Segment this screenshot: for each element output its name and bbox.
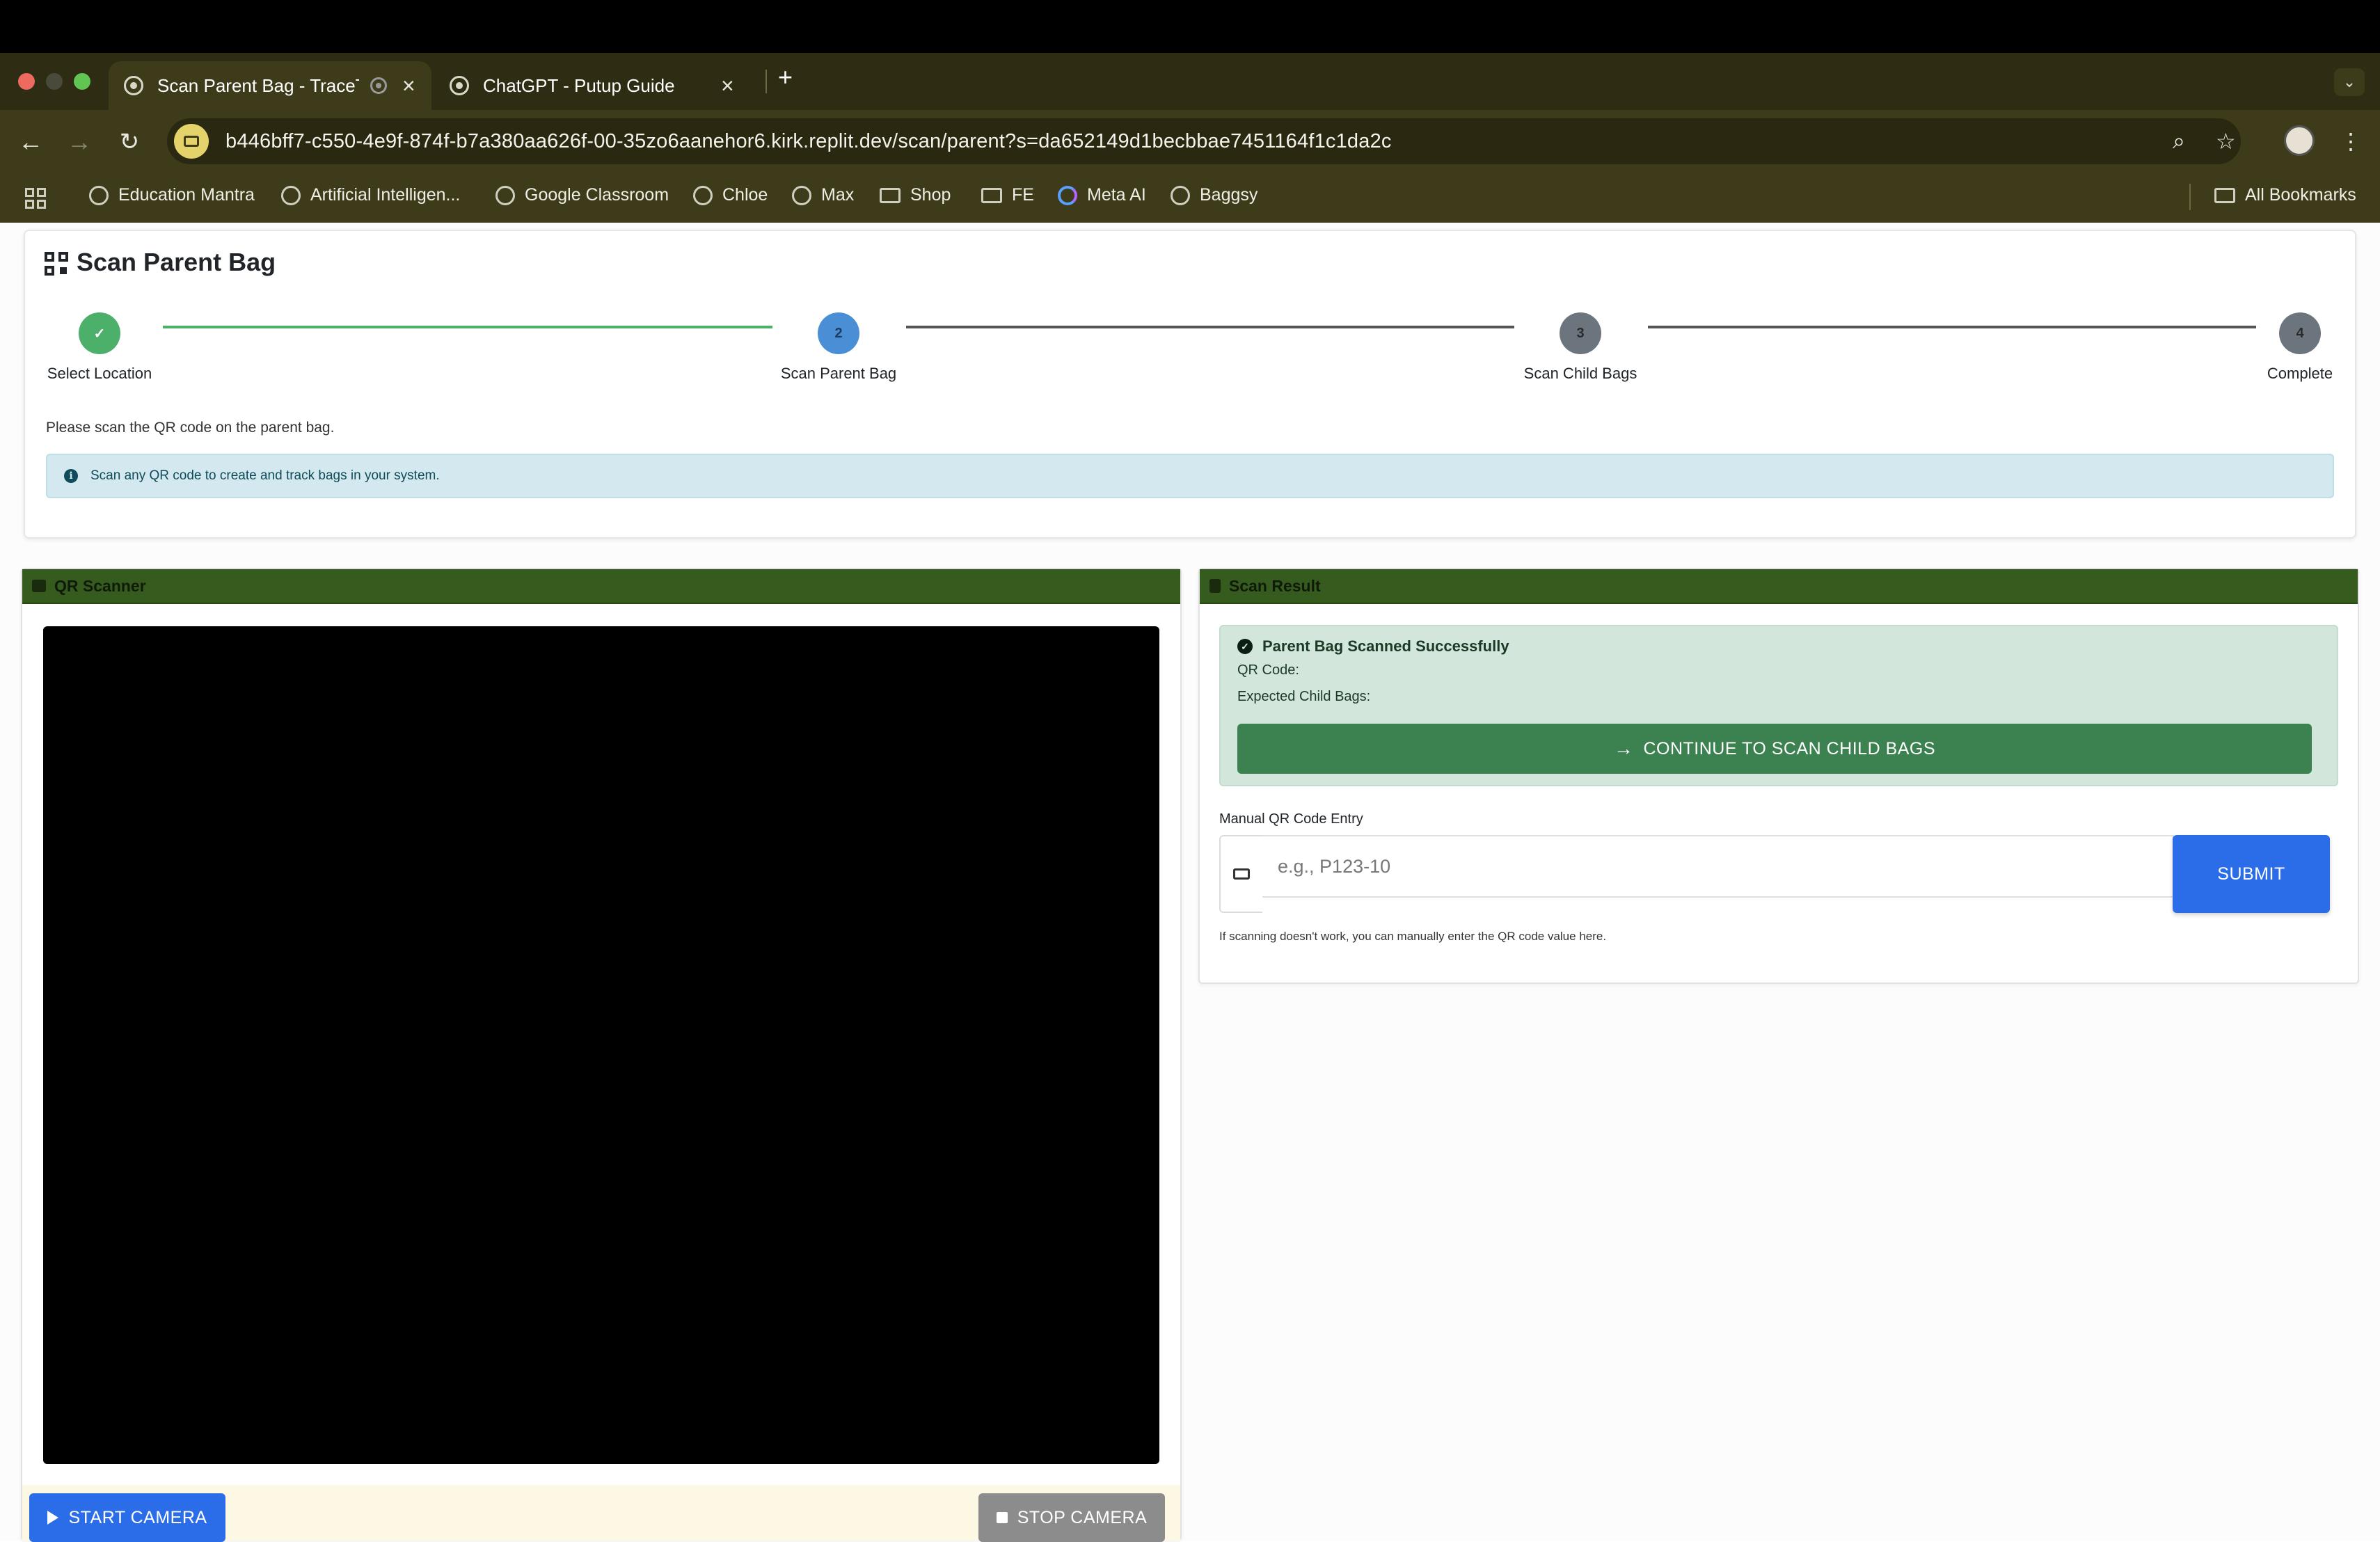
step-3-circle: 3 bbox=[1560, 312, 1601, 354]
new-tab-button[interactable]: + bbox=[778, 63, 793, 92]
manual-entry-help-text: If scanning doesn't work, you can manual… bbox=[1219, 930, 1607, 943]
globe-icon bbox=[89, 185, 109, 205]
qr-scanner-header: QR Scanner bbox=[22, 569, 1180, 604]
check-circle-icon: ✓ bbox=[1237, 639, 1253, 654]
camera-icon bbox=[32, 580, 46, 592]
expected-child-bags-label: Expected Child Bags: bbox=[1237, 689, 1371, 704]
folder-icon bbox=[981, 187, 1002, 203]
play-icon bbox=[47, 1511, 59, 1525]
bookmark-google-classroom[interactable]: Google Classroom bbox=[495, 185, 669, 205]
step-4-label: Complete bbox=[2267, 365, 2333, 382]
replit-favicon-icon bbox=[124, 76, 143, 95]
bookmark-education-mantra[interactable]: Education Mantra bbox=[89, 185, 255, 205]
tab-chatgpt[interactable]: ChatGPT - Putup Guide × bbox=[434, 61, 757, 110]
step-4-circle: 4 bbox=[2279, 312, 2321, 354]
step-connector-1 bbox=[163, 326, 772, 328]
scan-result-header: Scan Result bbox=[1200, 569, 2358, 604]
camera-video-feed bbox=[43, 626, 1159, 1464]
forward-arrow-icon[interactable]: → bbox=[64, 127, 95, 157]
bookmarks-divider bbox=[2189, 184, 2191, 210]
address-bar[interactable]: b446bff7-c550-4e9f-874f-b7a380aa626f-00-… bbox=[167, 118, 2241, 164]
openai-favicon-icon bbox=[450, 76, 469, 95]
folder-icon bbox=[880, 187, 901, 203]
step-connector-2 bbox=[906, 326, 1514, 328]
globe-icon bbox=[495, 185, 515, 205]
url-text[interactable]: b446bff7-c550-4e9f-874f-b7a380aa626f-00-… bbox=[225, 130, 1392, 153]
qrcode-icon bbox=[45, 252, 68, 276]
recording-icon bbox=[370, 77, 387, 94]
globe-icon bbox=[792, 185, 811, 205]
stop-icon bbox=[996, 1512, 1008, 1523]
minimize-window-button[interactable] bbox=[46, 73, 63, 90]
step-2-label: Scan Parent Bag bbox=[780, 365, 897, 382]
submit-button[interactable]: SUBMIT bbox=[2173, 835, 2330, 913]
info-alert-text: Scan any QR code to create and track bag… bbox=[90, 468, 440, 483]
success-title: ✓ Parent Bag Scanned Successfully bbox=[1237, 637, 1509, 655]
camera-in-use-icon[interactable] bbox=[174, 124, 209, 159]
bookmark-fe[interactable]: FE bbox=[981, 185, 1034, 205]
manual-entry-label: Manual QR Code Entry bbox=[1219, 811, 1363, 827]
tab-scan-parent-bag[interactable]: Scan Parent Bag - TraceTr × bbox=[109, 61, 431, 110]
keyboard-icon bbox=[1219, 835, 1262, 913]
step-1-check-icon: ✓ bbox=[79, 312, 120, 354]
close-tab-icon[interactable]: × bbox=[402, 74, 415, 97]
bookmark-star-icon[interactable]: ☆ bbox=[2216, 128, 2236, 154]
step-2-circle: 2 bbox=[818, 312, 859, 354]
bookmark-chloe[interactable]: Chloe bbox=[693, 185, 768, 205]
menu-kebab-icon[interactable]: ⋮ bbox=[2340, 128, 2362, 154]
instruction-text: Please scan the QR code on the parent ba… bbox=[46, 420, 335, 436]
qr-code-input[interactable] bbox=[1262, 835, 2174, 898]
info-alert: i Scan any QR code to create and track b… bbox=[46, 454, 2334, 498]
bookmark-meta-ai[interactable]: Meta AI bbox=[1058, 185, 1146, 205]
reload-icon[interactable]: ↻ bbox=[114, 127, 145, 157]
step-1-label: Select Location bbox=[47, 365, 152, 382]
step-connector-3 bbox=[1648, 326, 2256, 328]
tab-search-chevron-icon[interactable]: ⌄ bbox=[2334, 68, 2365, 96]
bookmark-baggsy[interactable]: Baggsy bbox=[1171, 185, 1258, 205]
step-3-label: Scan Child Bags bbox=[1523, 365, 1637, 382]
globe-icon bbox=[693, 185, 713, 205]
all-bookmarks-button[interactable]: All Bookmarks bbox=[2214, 185, 2356, 205]
globe-icon bbox=[281, 185, 301, 205]
openai-icon bbox=[1171, 185, 1190, 205]
info-icon: i bbox=[64, 469, 78, 483]
bookmark-artificial-intelligence[interactable]: Artificial Intelligen... bbox=[281, 185, 460, 205]
zoom-icon[interactable]: ⌕ bbox=[2173, 128, 2185, 154]
bookmark-max[interactable]: Max bbox=[792, 185, 854, 205]
clipboard-icon bbox=[1209, 579, 1221, 593]
close-window-button[interactable] bbox=[18, 73, 35, 90]
folder-icon bbox=[2214, 187, 2235, 203]
meta-icon bbox=[1058, 185, 1077, 205]
apps-grid-icon[interactable] bbox=[25, 188, 46, 209]
qr-code-label: QR Code: bbox=[1237, 662, 1299, 678]
stop-camera-button[interactable]: STOP CAMERA bbox=[978, 1493, 1165, 1542]
profile-avatar[interactable] bbox=[2284, 125, 2315, 156]
screen-top-bar bbox=[0, 0, 2380, 53]
maximize-window-button[interactable] bbox=[74, 73, 90, 90]
tab-divider bbox=[765, 70, 767, 93]
bookmark-shop[interactable]: Shop bbox=[880, 185, 951, 205]
page-title: Scan Parent Bag bbox=[77, 248, 276, 276]
continue-to-scan-child-bags-button[interactable]: → CONTINUE TO SCAN CHILD BAGS bbox=[1237, 724, 2312, 774]
arrow-right-icon: → bbox=[1613, 738, 1634, 759]
start-camera-button[interactable]: START CAMERA bbox=[29, 1493, 225, 1542]
close-tab-icon[interactable]: × bbox=[721, 74, 734, 97]
back-arrow-icon[interactable]: ← bbox=[15, 127, 46, 157]
